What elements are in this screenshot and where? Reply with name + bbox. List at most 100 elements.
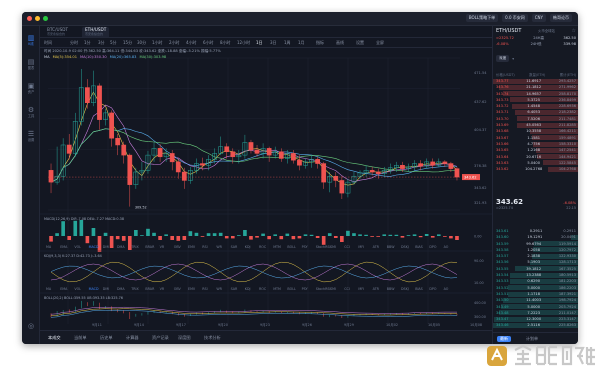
candle-body[interactable]	[200, 163, 205, 166]
timeframe-6[interactable]: 30分	[137, 40, 146, 46]
sidebar-item-1[interactable]: ▤ 图表	[24, 58, 38, 70]
candle-body[interactable]	[297, 159, 302, 166]
tab-eth-usdt[interactable]: ETH/USDT 币安永续合约	[82, 27, 110, 37]
timeframe-5[interactable]: 15分	[123, 40, 132, 46]
kline-chart[interactable]: 471.54 437.62 404.37 376.38 343.62 321.93 343.…	[40, 48, 492, 328]
candle-body[interactable]	[278, 151, 284, 159]
candle-body[interactable]	[109, 112, 114, 139]
indicator-tab[interactable]: EMA	[60, 287, 68, 291]
indicator-tab[interactable]: AO	[444, 245, 449, 249]
indicator-tab[interactable]: MTM	[273, 287, 281, 291]
sidebar-item-0[interactable]: ▥ K线	[24, 34, 38, 46]
indicator-tab[interactable]: MACD	[89, 245, 99, 249]
bottom-tab-0[interactable]: 本成交	[48, 335, 61, 341]
panel-bottom-tab-0[interactable]: 最新	[497, 336, 511, 342]
indicator-tab[interactable]: RSI	[202, 287, 207, 291]
candle-body[interactable]	[66, 144, 72, 154]
bottom-tab-3[interactable]: 计算器	[126, 335, 139, 341]
candle-body[interactable]	[339, 180, 345, 194]
indicator-tab[interactable]: WR	[216, 245, 222, 249]
indicator-tab[interactable]: SMI	[330, 245, 336, 249]
timeframe-9[interactable]: 4小时	[186, 40, 197, 46]
indicator-tab[interactable]: DPO	[429, 245, 437, 249]
maximize-window-button[interactable]	[43, 16, 48, 21]
indicator-tab[interactable]: SAR	[231, 245, 238, 249]
indicator-tab[interactable]: MTM	[273, 245, 281, 249]
sidebar-item-4[interactable]: ☰ 设置	[24, 130, 38, 142]
candle-body[interactable]	[375, 171, 381, 174]
indicator-tab[interactable]: DMA	[117, 245, 125, 249]
candle-body[interactable]	[248, 142, 254, 151]
indicator-tab[interactable]: DPO	[429, 287, 437, 291]
toolbar-extra-3[interactable]: 全屏	[376, 40, 384, 46]
candle-body[interactable]	[291, 153, 296, 161]
timeframe-3[interactable]: 3分	[98, 40, 105, 46]
timeframe-15[interactable]: 1周	[284, 40, 291, 46]
indicator-tab[interactable]: DMA	[117, 287, 125, 291]
star-icon[interactable]: ☆	[572, 28, 576, 34]
indicator-tab[interactable]: VR	[160, 287, 165, 291]
timeframe-14[interactable]: 3日	[270, 40, 277, 46]
indicator-tab[interactable]: AO	[444, 287, 449, 291]
indicator-tab[interactable]: ROC	[259, 245, 267, 249]
indicator-tab[interactable]: SAR	[231, 287, 238, 291]
indicator-tab[interactable]: SMI	[330, 287, 336, 291]
candle-body[interactable]	[85, 87, 90, 104]
titlebar-pill[interactable]: 韩哥论币	[550, 14, 572, 22]
indicator-tab[interactable]: VOL	[74, 245, 81, 249]
bottom-tab-6[interactable]: 技术分析	[204, 335, 221, 341]
bids-row[interactable]: 343.46 2.5116 225.8263	[493, 322, 578, 329]
candle-body[interactable]	[224, 146, 230, 152]
candle-body[interactable]	[448, 163, 454, 169]
indicator-tab[interactable]: BRAR	[145, 287, 155, 291]
toolbar-extra-2[interactable]: 设置	[356, 40, 364, 46]
candle-body[interactable]	[97, 85, 102, 120]
timeframe-8[interactable]: 2小时	[169, 40, 180, 46]
candle-body[interactable]	[157, 148, 163, 158]
candle-body[interactable]	[400, 164, 405, 169]
indicator-tab[interactable]: TRIX	[130, 287, 139, 291]
candle-body[interactable]	[175, 161, 181, 173]
indicator-tab[interactable]: DMI	[103, 245, 109, 249]
candle-body[interactable]	[454, 168, 460, 178]
timeframe-4[interactable]: 5分	[110, 40, 117, 46]
toolbar-extra-1[interactable]: 画线	[336, 40, 344, 46]
close-window-button[interactable]	[27, 16, 32, 21]
indicator-tab[interactable]: CCI	[344, 245, 350, 249]
bottom-tab-1[interactable]: 当前单	[74, 335, 87, 341]
indicator-tab[interactable]: DSKJ	[401, 287, 409, 291]
indicator-tab[interactable]: EMV	[188, 287, 196, 291]
timeframe-11[interactable]: 8小时	[220, 40, 231, 46]
candle-body[interactable]	[430, 161, 436, 166]
timeframe-12[interactable]: 12小时	[237, 40, 250, 46]
candle-body[interactable]	[369, 170, 375, 173]
bottom-tab-2[interactable]: 历史单	[100, 335, 113, 341]
panel-bottom-tab-1[interactable]: 计划单	[523, 336, 541, 342]
indicator-tab[interactable]: EMA	[60, 245, 68, 249]
kline-chart-svg[interactable]: 471.54 437.62 404.37 376.38 343.62 321.93 343.…	[40, 48, 492, 328]
indicator-tab[interactable]: StochRSI	[316, 245, 331, 249]
indicator-tab[interactable]: BRAR	[145, 245, 155, 249]
indicator-tab[interactable]: VR	[160, 245, 165, 249]
candle-body[interactable]	[418, 163, 423, 167]
indicator-tab[interactable]: BIAS	[415, 287, 423, 291]
bottom-tab-5[interactable]: 深度图	[178, 335, 191, 341]
candle-body[interactable]	[121, 144, 127, 156]
asks-row[interactable]: 343.62 104.2768 104.2768	[493, 166, 578, 172]
timeframe-10[interactable]: 6小时	[203, 40, 214, 46]
indicator-tab[interactable]: ROC	[259, 287, 267, 291]
indicator-tab[interactable]: PSY	[302, 287, 309, 291]
candle-body[interactable]	[169, 153, 175, 163]
candle-body[interactable]	[254, 149, 260, 154]
depth-selector[interactable]: 深度	[496, 55, 510, 62]
indicator-tab[interactable]: MFI	[358, 287, 364, 291]
indicator-tab[interactable]: VOL	[74, 287, 81, 291]
sidebar-item-3[interactable]: ⚙ 工具	[24, 106, 38, 118]
candle-body[interactable]	[48, 170, 54, 183]
indicator-tab[interactable]: StochRSI	[316, 287, 331, 291]
indicator-tab[interactable]: OBV	[174, 287, 182, 291]
indicator-tab[interactable]: MFI	[358, 245, 364, 249]
indicator-tab[interactable]: PSY	[302, 245, 309, 249]
sidebar-item-2[interactable]: ▣ 资产	[24, 82, 38, 94]
help-icon[interactable]: ◎	[24, 322, 38, 330]
